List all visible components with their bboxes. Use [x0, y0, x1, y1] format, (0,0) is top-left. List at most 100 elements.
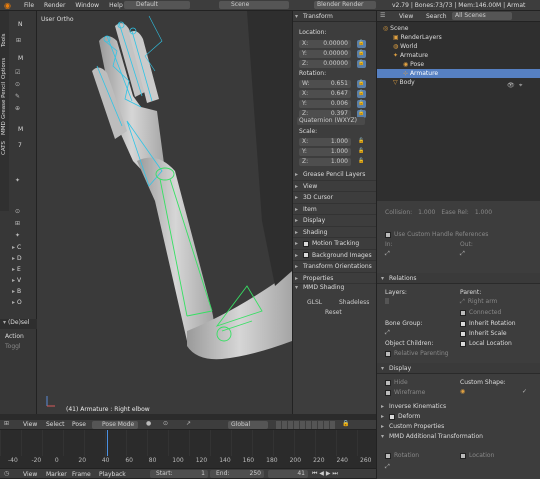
rotation-field[interactable]: W: 0.651 [299, 79, 351, 88]
blender-icon[interactable]: ◉ [4, 1, 11, 10]
pivot-icon[interactable]: ⊙ [163, 420, 168, 427]
tool-list-item[interactable]: ▸ O [12, 299, 22, 310]
manipulator-icon[interactable]: ↗ [186, 420, 191, 427]
shadeless-button[interactable]: Shadeless [339, 299, 369, 306]
outliner-item[interactable]: ✦ Armature [377, 51, 540, 60]
start-frame-field[interactable]: Start: 1 [150, 470, 208, 478]
relative-parenting-checkbox[interactable]: Relative Parenting [385, 350, 449, 357]
vertical-tab-mmd[interactable]: MMD [1, 121, 9, 135]
eyedropper-icon[interactable]: ✓ [522, 388, 527, 395]
custom-handle-checkbox[interactable]: Use Custom Handle References [385, 231, 488, 238]
top-menu-help[interactable]: Help [109, 2, 123, 9]
deselect-row[interactable]: ▾ (De)sel [0, 319, 37, 329]
render-engine-selector[interactable]: Blender Render [314, 1, 376, 9]
timeline-playback-menu[interactable]: Playback [99, 471, 126, 478]
layout-selector[interactable]: Default [124, 1, 190, 9]
npanel-section[interactable]: ▸ Grease Pencil Layers [293, 169, 376, 181]
tool-list-item[interactable]: ▸ V [12, 277, 22, 288]
tool-letter-7[interactable]: 7 [18, 142, 22, 149]
display-header[interactable]: ▾ Display [377, 363, 540, 374]
vertical-tab-tools[interactable]: Tools [1, 17, 9, 47]
npanel-section[interactable]: ▸ Item [293, 204, 376, 215]
playback-controls[interactable]: ⏮ ◀ ▶ ⏭ [312, 470, 338, 478]
tool-letter-n[interactable]: N [18, 21, 23, 28]
inherit-scale-checkbox[interactable]: Inherit Scale [460, 330, 507, 337]
scale-field[interactable]: Z: 1.000 [299, 157, 351, 166]
top-menu-render[interactable]: Render [44, 2, 65, 9]
view3d-editor-icon[interactable]: ⊞ [4, 420, 9, 427]
npanel-section[interactable]: ▸ Transform Orientations [293, 261, 376, 273]
timeline[interactable]: -40 -20 0 20 40 60 80 100 120 140 160 180 200 220 240 2… [0, 430, 376, 468]
location-field[interactable]: X: 0.00000 [299, 39, 351, 48]
npanel-section[interactable]: ▸ Properties [293, 273, 376, 284]
custom-shape-icon[interactable]: ◉ [460, 388, 465, 395]
deform-header[interactable]: ▸ Deform [381, 412, 420, 422]
outliner-item[interactable]: ◉ Pose [377, 60, 540, 69]
lock-icon[interactable]: 🔓 [357, 148, 366, 156]
mmd-shading-header[interactable]: ▾ MMD Shading [295, 284, 344, 291]
tool-list-item[interactable]: ▸ C [12, 244, 22, 255]
timeline-marker-menu[interactable]: Marker [46, 471, 67, 478]
tool-letter-m2[interactable]: M [18, 126, 23, 133]
outliner-search-menu[interactable]: Search [426, 13, 447, 20]
tool-icon-2[interactable]: ⊙ [15, 81, 20, 88]
lock-icon[interactable]: 🔓 [357, 49, 366, 58]
mmd-location-checkbox[interactable]: Location [460, 452, 494, 459]
tool-letter-m1[interactable]: M [18, 55, 23, 62]
tool-icon-3[interactable]: ✎ [15, 93, 20, 100]
scale-field[interactable]: Y: 1.000 [299, 147, 351, 156]
eye-icon[interactable]: 👁 [507, 82, 515, 89]
mmd-rotation-checkbox[interactable]: Rotation [385, 452, 419, 459]
npanel-section[interactable]: ▸ Shading [293, 227, 376, 238]
layer-grid[interactable] [385, 298, 389, 304]
npanel-section[interactable]: ▸ Display [293, 215, 376, 227]
current-frame-line[interactable] [107, 430, 108, 456]
top-menu-file[interactable]: File [24, 2, 34, 9]
tool-list-item[interactable]: ▸ D [12, 255, 22, 266]
tool-icon-5[interactable]: ⊙ [15, 208, 20, 215]
tool-icon-6[interactable]: ⊞ [15, 220, 20, 227]
timeline-editor-icon[interactable]: ◷ [4, 470, 9, 477]
timeline-frame-menu[interactable]: Frame [72, 471, 91, 478]
bone-icon-3[interactable]: ⤢ [385, 463, 390, 471]
outliner-item[interactable]: ⊹ Armature [377, 69, 540, 78]
camera-icon[interactable]: ⌖ [519, 82, 522, 90]
viewport-3d[interactable]: User Ortho (41) Armature: Right elbow [37, 11, 292, 414]
mode-selector[interactable]: Pose Mode [92, 421, 138, 429]
location-field[interactable]: Y: 0.00000 [299, 49, 351, 58]
wireframe-checkbox[interactable]: Wireframe [385, 389, 425, 396]
outliner-item[interactable]: ▣ RenderLayers [377, 33, 540, 42]
tool-icon-4[interactable]: ⊕ [15, 105, 20, 112]
layer-buttons[interactable] [276, 421, 336, 429]
glsl-button[interactable]: GLSL [307, 299, 322, 306]
lock-icon[interactable]: 🔓 [357, 138, 366, 146]
view3d-pose-menu[interactable]: Pose [72, 421, 86, 428]
parent-field[interactable]: ⤢ Right arm [460, 298, 497, 306]
outliner-view-menu[interactable]: View [399, 13, 413, 20]
outliner-editor-icon[interactable]: ☰ [380, 12, 385, 19]
local-location-checkbox[interactable]: Local Location [460, 340, 512, 347]
toggle-label[interactable]: Toggl [5, 343, 21, 350]
rotation-field[interactable]: Y: 0.006 [299, 99, 351, 108]
npanel-section[interactable]: ▸ 3D Cursor [293, 192, 376, 204]
tool-list-item[interactable]: ▸ E [12, 266, 22, 277]
npanel-section[interactable]: ▸ Motion Tracking [293, 238, 376, 250]
lock-icon[interactable]: 🔓 [357, 89, 366, 98]
reset-button[interactable]: Reset [325, 309, 342, 316]
hide-checkbox[interactable]: Hide [385, 379, 408, 386]
top-menu-window[interactable]: Window [75, 2, 99, 9]
lock-icon[interactable]: 🔓 [357, 158, 366, 166]
vertical-tab-cats[interactable]: CATS [1, 139, 9, 155]
pin-icon-2[interactable]: ✦ [15, 232, 20, 239]
mmd-additional-header[interactable]: ▾ MMD Additional Transformation [381, 432, 483, 442]
outliner-item[interactable]: ◍ World [377, 42, 540, 51]
npanel-section[interactable]: ▸ View [293, 181, 376, 192]
connected-checkbox[interactable]: Connected [460, 309, 501, 316]
view3d-select-menu[interactable]: Select [46, 421, 65, 428]
lock-icon[interactable]: 🔓 [357, 59, 366, 68]
outliner-item[interactable]: ◎ Scene [377, 24, 540, 33]
lock-icon[interactable]: 🔒 [342, 420, 349, 427]
tool-icon-1[interactable]: ⊞ [16, 37, 21, 44]
lock-icon[interactable]: 🔓 [357, 79, 366, 88]
timeline-view-menu[interactable]: View [23, 471, 37, 478]
